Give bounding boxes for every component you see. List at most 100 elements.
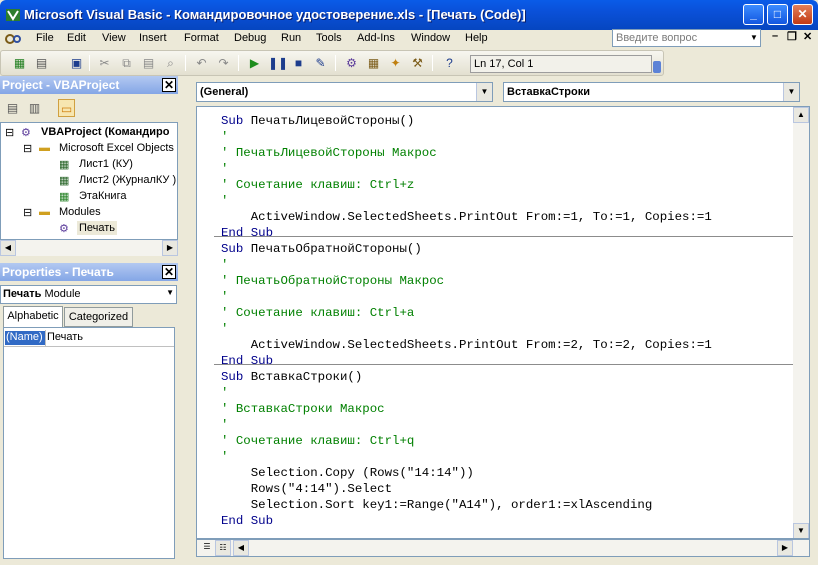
design-mode-icon[interactable]: ✎ <box>312 54 329 72</box>
properties-pane-close-button[interactable]: ✕ <box>162 265 176 279</box>
undo-icon[interactable]: ↶ <box>193 54 210 72</box>
toggle-folders-icon[interactable]: ▭ <box>58 99 75 117</box>
tree-workbook[interactable]: ЭтаКнига <box>79 190 126 202</box>
chevron-down-icon[interactable]: ▼ <box>783 83 799 101</box>
object-browser-icon[interactable]: ✦ <box>387 54 404 72</box>
code-line[interactable]: ' <box>221 129 712 145</box>
code-text[interactable]: Sub ПечатьЛицевойСтороны() ' ' ПечатьЛицев… <box>221 113 712 529</box>
tree-sheet1[interactable]: Лист1 (КУ) <box>79 158 133 170</box>
code-editor[interactable]: Sub ПечатьЛицевойСтороны() ' ' ПечатьЛицев… <box>196 106 810 539</box>
view-code-icon[interactable]: ▤ <box>4 99 21 117</box>
excel-icon[interactable]: ▦ <box>11 54 28 72</box>
properties-pane-header[interactable]: Properties - Печать <box>0 263 178 281</box>
menu-window[interactable]: Window <box>411 32 450 44</box>
close-button[interactable]: ✕ <box>792 4 813 25</box>
tree-modules[interactable]: Modules <box>59 206 101 218</box>
scroll-down-icon[interactable]: ▼ <box>793 523 809 538</box>
code-line[interactable]: ' <box>221 385 712 401</box>
maximize-button[interactable]: □ <box>767 4 788 25</box>
collapse-toggle-icon[interactable]: ⊟ <box>5 126 14 139</box>
full-module-view-icon[interactable]: ☷ <box>215 540 231 556</box>
properties-window-icon[interactable]: ▦ <box>365 54 382 72</box>
code-line[interactable]: ' <box>221 289 712 305</box>
project-pane-header[interactable]: Project - VBAProject <box>0 76 178 94</box>
code-line[interactable]: Sub ПечатьЛицевойСтороны() <box>221 113 712 129</box>
mdi-close-button[interactable]: ✕ <box>803 30 812 43</box>
code-line[interactable]: Selection.Sort key1:=Range("A14"), order… <box>221 497 712 513</box>
copy-icon[interactable]: ⧉ <box>118 54 135 72</box>
code-line[interactable]: ' <box>221 417 712 433</box>
menu-help[interactable]: Help <box>465 32 488 44</box>
run-icon[interactable]: ▶ <box>246 54 263 72</box>
project-tree[interactable]: ⊟ ⚙ VBAProject (Командиро ⊟ ▬ Microsoft … <box>0 122 178 240</box>
tree-module-print[interactable]: Печать <box>77 221 118 235</box>
property-name[interactable]: (Name) <box>5 331 46 345</box>
procedure-combo[interactable]: ВставкаСтроки ▼ <box>503 82 800 102</box>
ask-question-input[interactable]: Введите вопрос ▼ <box>612 29 761 47</box>
tree-excel-objects[interactable]: Microsoft Excel Objects <box>59 142 174 154</box>
chevron-down-icon[interactable]: ▼ <box>748 30 760 46</box>
code-line[interactable]: Sub ВставкаСтроки() <box>221 369 712 385</box>
menu-addins[interactable]: Add-Ins <box>357 32 395 44</box>
scroll-up-icon[interactable]: ▲ <box>793 107 809 123</box>
menu-insert[interactable]: Insert <box>139 32 167 44</box>
project-pane-close-button[interactable]: ✕ <box>162 78 176 92</box>
scroll-right-icon[interactable]: ▶ <box>777 540 793 556</box>
scroll-left-icon[interactable]: ◀ <box>233 540 249 556</box>
procedure-view-icon[interactable]: ☰ <box>199 540 215 556</box>
tree-sheet2[interactable]: Лист2 (ЖурналКУ ) <box>79 174 176 186</box>
code-line[interactable]: ' Сочетание клавиш: Ctrl+q <box>221 433 712 449</box>
find-icon[interactable]: ⌕ <box>162 54 179 72</box>
project-explorer-icon[interactable]: ⚙ <box>343 54 360 72</box>
menu-tools[interactable]: Tools <box>316 32 342 44</box>
cut-icon[interactable]: ✂ <box>96 54 113 72</box>
collapse-toggle-icon[interactable]: ⊟ <box>23 206 32 219</box>
scroll-right-icon[interactable]: ▶ <box>162 240 178 256</box>
code-line[interactable]: ' <box>221 161 712 177</box>
collapse-toggle-icon[interactable]: ⊟ <box>23 142 32 155</box>
mdi-minimize-button[interactable]: – <box>772 30 778 42</box>
reset-icon[interactable]: ■ <box>290 54 307 72</box>
menu-run[interactable]: Run <box>281 32 301 44</box>
code-line[interactable]: ' ПечатьЛицевойСтороны Макрос <box>221 145 712 161</box>
module-system-icon[interactable] <box>3 31 25 48</box>
redo-icon[interactable]: ↷ <box>215 54 232 72</box>
code-line[interactable]: ' ПечатьОбратнойСтороны Макрос <box>221 273 712 289</box>
code-line[interactable]: End Sub <box>221 225 712 241</box>
menu-format[interactable]: Format <box>184 32 219 44</box>
code-line[interactable]: Sub ПечатьОбратнойСтороны() <box>221 241 712 257</box>
tree-root[interactable]: VBAProject (Командиро <box>41 126 169 138</box>
code-line[interactable]: ActiveWindow.SelectedSheets.PrintOut Fro… <box>221 209 712 225</box>
chevron-down-icon[interactable]: ▼ <box>476 83 492 101</box>
code-line[interactable]: End Sub <box>221 513 712 529</box>
code-line[interactable]: ' <box>221 449 712 465</box>
tab-categorized[interactable]: Categorized <box>64 307 133 327</box>
menu-view[interactable]: View <box>102 32 126 44</box>
project-hscroll[interactable]: ◀ ▶ <box>0 240 178 256</box>
scroll-left-icon[interactable]: ◀ <box>0 240 16 256</box>
save-icon[interactable]: ▣ <box>68 54 85 72</box>
object-combo[interactable]: (General) ▼ <box>196 82 493 102</box>
code-line[interactable]: Selection.Copy (Rows("14:14")) <box>221 465 712 481</box>
code-vscroll[interactable]: ▲ ▼ <box>793 107 809 538</box>
object-selector[interactable]: Печать Module ▼ <box>0 285 177 304</box>
code-line[interactable]: ' Сочетание клавиш: Ctrl+z <box>221 177 712 193</box>
code-line[interactable]: ' ВставкаСтроки Макрос <box>221 401 712 417</box>
toolbox-icon[interactable]: ⚒ <box>409 54 426 72</box>
code-line[interactable]: ' <box>221 321 712 337</box>
code-line[interactable]: ' <box>221 257 712 273</box>
tab-alphabetic[interactable]: Alphabetic <box>3 306 63 327</box>
insert-module-icon[interactable]: ▤ <box>33 54 50 72</box>
chevron-down-icon[interactable]: ▼ <box>166 288 174 297</box>
menu-edit[interactable]: Edit <box>67 32 86 44</box>
code-line[interactable]: ActiveWindow.SelectedSheets.PrintOut Fro… <box>221 337 712 353</box>
code-line[interactable]: Rows("4:14").Select <box>221 481 712 497</box>
menu-debug[interactable]: Debug <box>234 32 266 44</box>
view-object-icon[interactable]: ▥ <box>26 99 43 117</box>
paste-icon[interactable]: ▤ <box>140 54 157 72</box>
help-icon[interactable]: ? <box>441 54 458 72</box>
break-icon[interactable]: ❚❚ <box>268 54 288 72</box>
property-value[interactable]: Печать <box>46 331 83 343</box>
code-line[interactable]: ' Сочетание клавиш: Ctrl+a <box>221 305 712 321</box>
title-bar[interactable]: Microsoft Visual Basic - Командировочное… <box>0 0 818 30</box>
